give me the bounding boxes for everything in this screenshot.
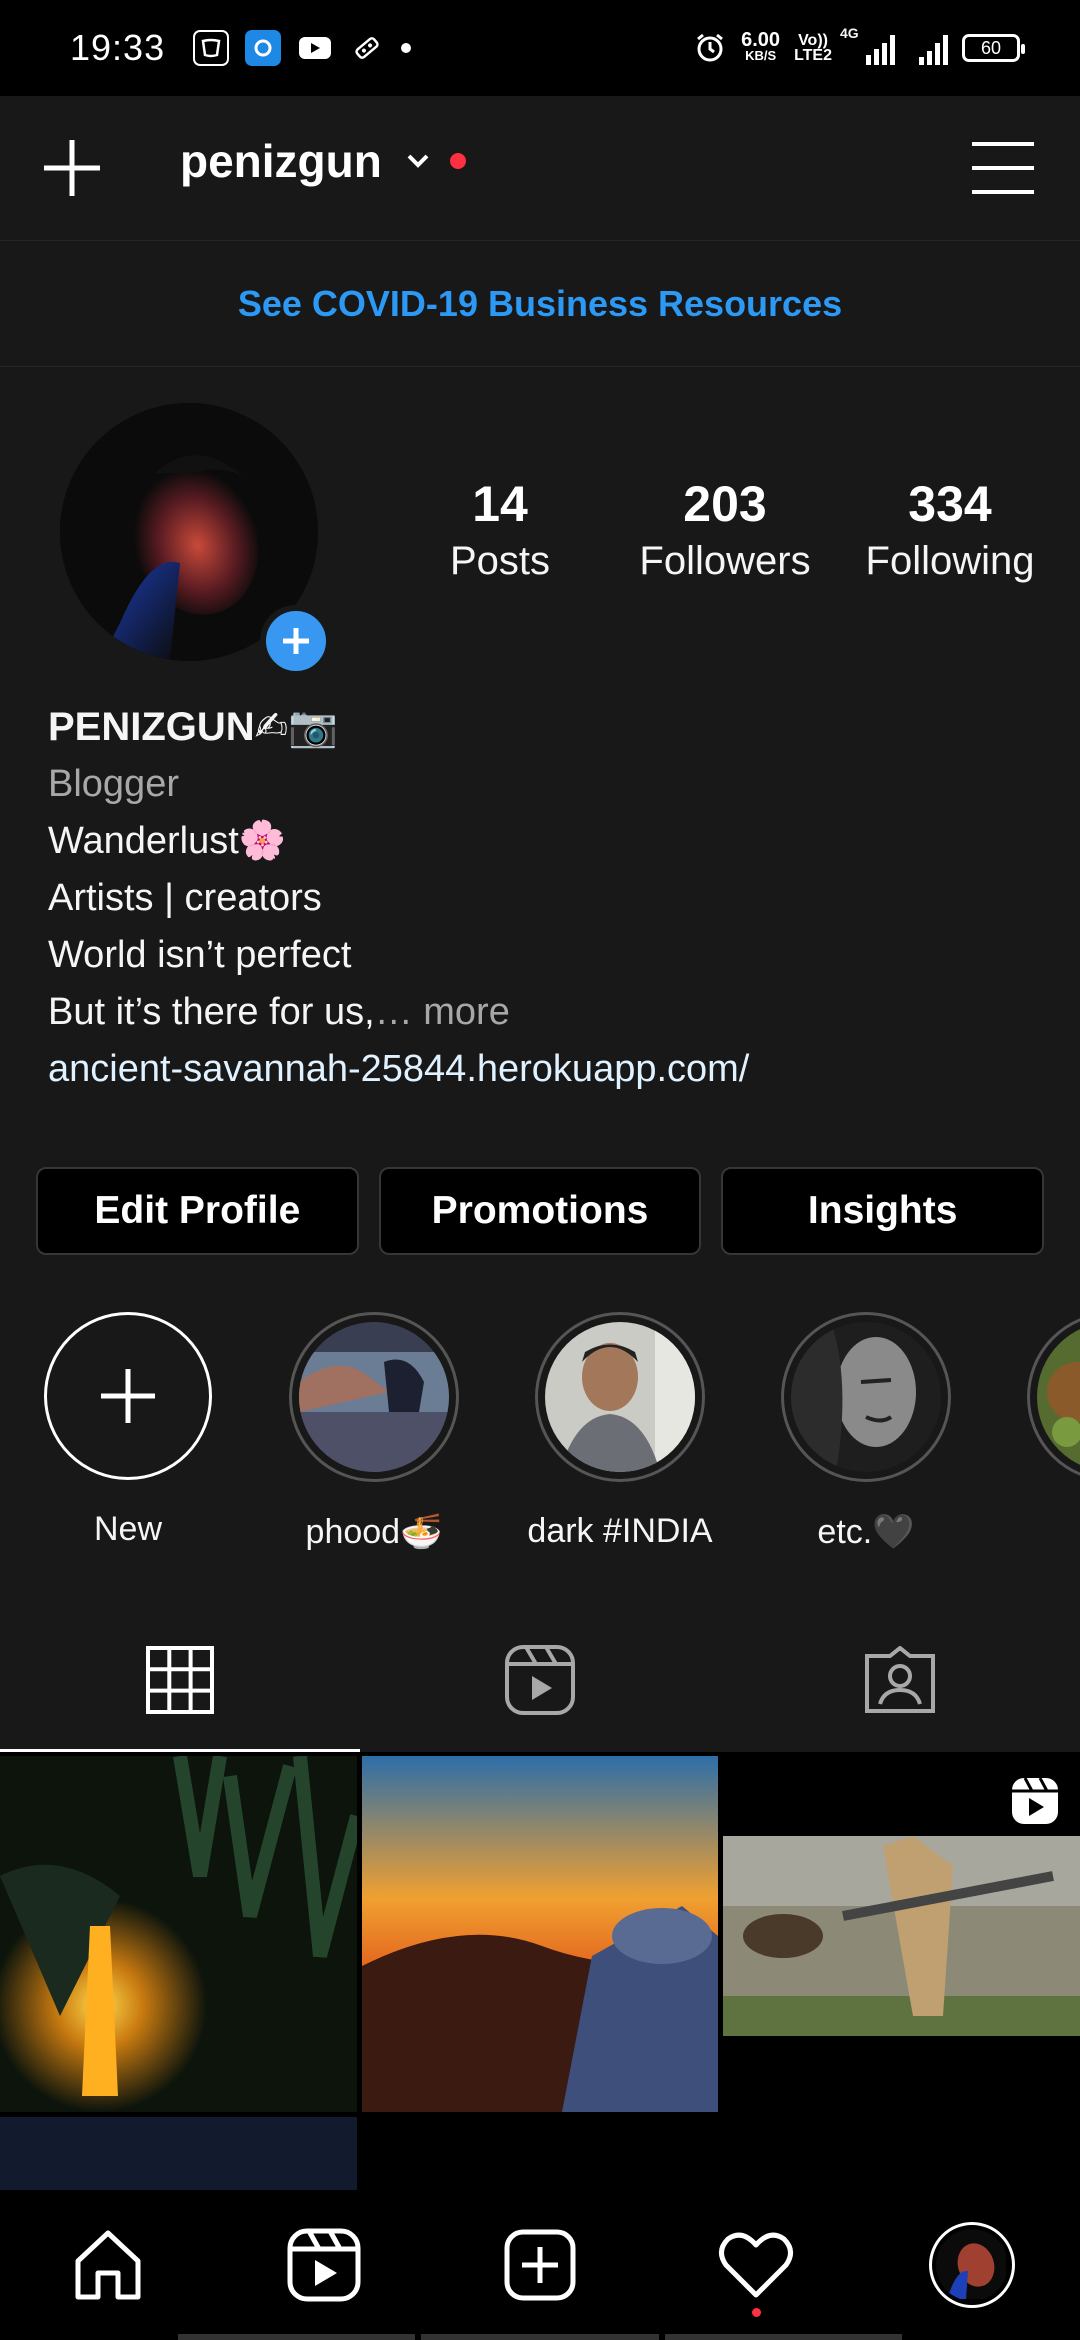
highlight-new[interactable]: New [33,1312,223,1549]
reels-icon [505,1644,575,1715]
highlight-cover [1037,1322,1080,1472]
nav-home[interactable] [48,2205,168,2325]
username-title: penizgun [180,135,382,187]
bottom-navigation [0,2190,1080,2340]
bio-line: But it’s there for us,… more [48,991,510,1033]
home-icon [75,2230,141,2300]
story-highlights: New phood🍜 dark #INDIA etc.🖤 [0,1312,1080,1572]
covid-resources-banner[interactable]: See COVID-19 Business Resources [0,241,1080,367]
network-speed: 6.00 KB/S [741,29,781,63]
reels-icon [287,2228,361,2302]
highlight-item[interactable]: phood🍜 [279,1312,469,1552]
nav-activity[interactable] [696,2205,816,2325]
post-thumbnail[interactable] [0,2117,357,2190]
posts-grid [0,1752,1080,2190]
signal-sim1-icon: 4G [840,25,895,65]
account-switcher[interactable]: penizgun [180,134,466,188]
notification-app-icons [193,30,412,66]
covid-resources-link[interactable]: See COVID-19 Business Resources [238,283,842,325]
battery-icon: 60 [962,34,1025,62]
profile-actions: Edit Profile Promotions Insights [36,1167,1045,1255]
profile-avatar-small [929,2222,1015,2308]
reel-indicator-icon [1012,1777,1058,1824]
more-notifications-dot [401,43,412,53]
create-plus-icon[interactable] [40,136,104,200]
followers-count[interactable]: 203 Followers [625,475,825,584]
post-thumbnail[interactable] [362,1756,718,2112]
add-post-icon [504,2229,576,2301]
new-highlight-circle [44,1312,212,1480]
plus-icon [101,1369,155,1423]
profile-tabs [0,1607,1080,1752]
post-thumbnail-reel[interactable] [723,1756,1080,2112]
category-label: Blogger [48,763,179,805]
nav-reels[interactable] [264,2205,384,2325]
gesture-bar [178,2334,902,2340]
grid-icon [146,1645,214,1714]
profile-header: penizgun [0,96,1080,241]
heart-icon [719,2232,793,2298]
status-bar: 19:33 6.00 KB/S Vo)) LTE2 4G 60 [0,0,1080,96]
highlight-cover [299,1322,449,1472]
status-indicators: 6.00 KB/S Vo)) LTE2 4G 60 [693,25,1025,65]
activity-notification-dot [752,2308,761,2317]
jio-saavn-icon [193,30,230,66]
posts-count[interactable]: 14 Posts [400,475,600,584]
profile-stats: 14 Posts 203 Followers 334 Following [400,475,1050,584]
menu-icon[interactable] [972,140,1034,196]
nav-create[interactable] [480,2205,600,2325]
game-app-icon [349,30,385,66]
following-count[interactable]: 334 Following [850,475,1050,584]
highlight-item[interactable]: etc.🖤 [771,1312,961,1552]
tab-tagged[interactable] [720,1607,1080,1752]
profile-bio: PENIZGUN✍📷 Blogger Wanderlust🌸 Artists |… [48,699,1048,1098]
notification-dot [449,153,466,169]
signal-sim2-icon [919,31,948,65]
post-thumbnail[interactable] [0,1756,357,2112]
tagged-icon [865,1645,935,1713]
highlight-cover [545,1322,695,1472]
highlight-cover [791,1322,941,1472]
alarm-icon [697,33,724,62]
website-link[interactable]: ancient-savannah-25844.herokuapp.com/ [48,1041,1048,1098]
add-story-button[interactable] [260,605,332,677]
bio-more-link[interactable]: … more [375,991,510,1033]
chevron-down-icon [407,154,429,168]
tab-posts-grid[interactable] [0,1607,360,1752]
bio-line: Artists | creators [48,877,322,919]
nav-profile[interactable] [912,2205,1032,2325]
volte-indicator: Vo)) LTE2 [794,32,832,64]
youtube-icon [297,30,333,66]
edit-profile-button[interactable]: Edit Profile [36,1167,359,1255]
plus-icon [283,628,309,654]
camera-app-icon [245,30,282,66]
highlight-item[interactable] [1017,1312,1080,1482]
tab-reels[interactable] [360,1607,720,1752]
promotions-button[interactable]: Promotions [378,1167,702,1255]
profile-section: 14 Posts 203 Followers 334 Following PEN… [0,367,1080,1607]
bio-line: World isn’t perfect [48,934,352,976]
status-time: 19:33 [70,27,166,68]
insights-button[interactable]: Insights [721,1167,1045,1255]
highlight-item[interactable]: dark #INDIA [525,1312,715,1551]
bio-line: Wanderlust🌸 [48,820,287,862]
display-name: PENIZGUN✍📷 [48,705,338,749]
